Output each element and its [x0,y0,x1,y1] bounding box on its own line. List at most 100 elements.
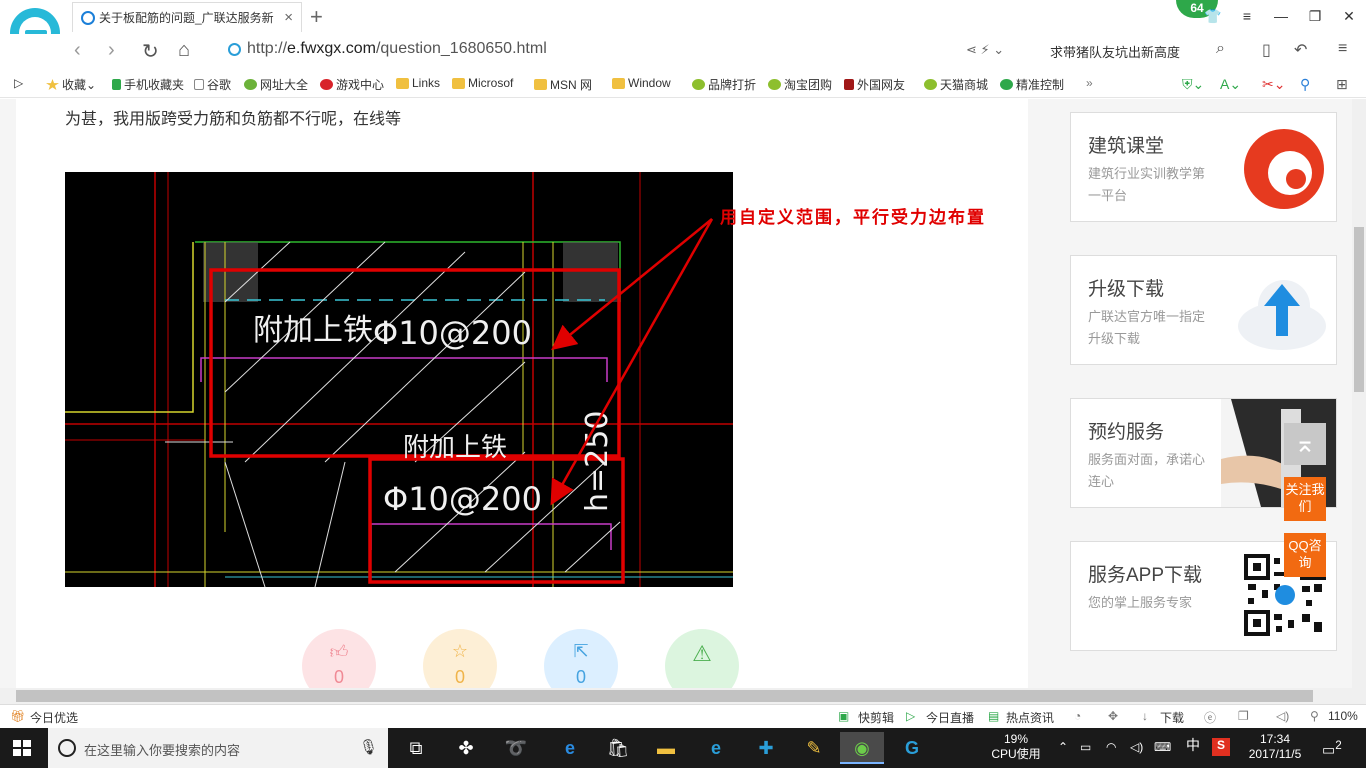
ie-icon[interactable]: e [694,732,738,764]
plus-app-icon[interactable]: ✚ [744,732,788,764]
url-prefix: http:// [247,40,288,57]
file-explorer-icon[interactable]: ▬ [644,732,688,764]
bookmark-item[interactable]: 网址大全 [244,76,308,93]
cpu-usage[interactable]: 19% CPU使用 [985,732,1047,762]
bookmark-item[interactable]: Window [612,76,671,90]
sidebar-card-download[interactable]: 升级下载 广联达官方唯一指定升级下载 [1070,255,1337,365]
thumbs-up-icon: 👍︎ [329,642,349,662]
tab-close-button[interactable]: × [284,9,293,26]
back-to-top-button[interactable]: ⌅ [1284,423,1326,465]
download-icon[interactable]: ↓ [1142,709,1148,723]
bookmark-item[interactable]: 精准控制 [1000,76,1064,93]
forward-icon[interactable]: › [108,39,115,62]
follow-us-button[interactable]: 关注我们 [1284,477,1326,521]
bookmark-item[interactable]: 天猫商城 [924,76,988,93]
statusbar-item[interactable]: 今日直播 [926,709,974,726]
more-menu-icon[interactable]: ≡ [1338,40,1347,58]
search-icon[interactable]: ⌕ [1216,40,1225,58]
qq-consult-button[interactable]: QQ咨询 [1284,533,1326,577]
live-icon: ▷ [906,709,916,723]
speaker-icon[interactable]: ◁) [1130,740,1143,755]
notes-app-icon[interactable]: ✎ [792,732,836,764]
apps-icon[interactable]: ⊞ [1336,76,1348,93]
more-bookmarks-icon[interactable]: » [1086,76,1093,90]
bookmark-item[interactable]: 游戏中心 [320,76,384,93]
mobile-icon[interactable]: ▯ [1262,40,1271,60]
gift-icon: 🎁︎ [10,709,26,723]
zoom-icon[interactable]: ⚲ [1310,709,1319,723]
pin-icon[interactable]: ✥ [1108,709,1118,723]
fan-app-icon[interactable]: ✤ [444,732,488,764]
restore-button[interactable]: ❐ [1298,0,1332,32]
horizontal-scrollbar[interactable] [0,688,1366,704]
bookmark-item[interactable]: 淘宝团购 [768,76,832,93]
refresh-icon[interactable]: ↻ [142,39,159,64]
wifi-icon[interactable]: ◠ [1106,740,1116,755]
sidebar-card-title: 预约服务 [1088,422,1165,443]
bookmark-bar: ▷ 收藏 ⌄ 手机收藏夹 谷歌 网址大全 游戏中心 Links Microsof … [0,70,1366,98]
360-browser-icon[interactable]: ◉ [840,732,884,764]
download-link[interactable]: 下载 [1160,709,1184,726]
address-bar[interactable]: http://e.fwxgx.com/question_1680650.html [228,40,547,58]
ie-mode-icon[interactable]: ⓔ [1204,709,1216,726]
cloud-upload-icon [1238,280,1326,350]
news-icon: ▤ [988,709,1000,723]
shield-ext-icon[interactable]: ⛨⌄ [1182,76,1204,93]
search-suggestion[interactable]: 求带猪队友坑出新高度 [1050,42,1180,61]
taskbar-search-box[interactable]: 在这里输入你要搜索的内容 🎙︎ [48,728,388,768]
folder-icon [534,79,547,90]
bookmark-item[interactable]: 手机收藏夹 [112,76,184,93]
today-picks-link[interactable]: 今日优选 [30,709,78,726]
clock[interactable]: 17:34 2017/11/5 [1240,732,1310,762]
keyboard-icon[interactable]: ⌨ [1154,740,1171,755]
translate-icon[interactable]: A⌄ [1220,76,1241,93]
ime-indicator[interactable]: 中 [1186,738,1200,753]
game-icon [320,79,333,90]
microphone-icon[interactable]: 🎙︎ [359,738,378,756]
magnifier-ext-icon[interactable]: ⚲ [1300,76,1310,93]
window-icon[interactable]: ❐ [1238,709,1249,723]
tab-active[interactable]: 关于板配筋的问题_广联达服务新 × [72,2,302,32]
menu-icon[interactable]: ≡ [1230,0,1264,32]
battery-icon[interactable]: ▭ [1080,740,1091,755]
security-shield-icon [228,42,241,56]
statusbar-item[interactable]: 热点资讯 [1006,709,1054,726]
minimize-button[interactable]: — [1264,0,1298,32]
bookmark-item[interactable]: 收藏 ⌄ [46,76,96,93]
edge-icon[interactable]: e [548,732,592,764]
share-icon: ⇱ [573,641,589,661]
scissors-icon[interactable]: ✂⌄ [1262,76,1285,93]
horizontal-scroll-thumb[interactable] [16,690,1313,702]
favorite-count: 0 [454,667,465,687]
vertical-scrollbar[interactable] [1352,99,1366,688]
sidebar-toggle-icon[interactable]: ▷ [14,76,23,90]
close-button[interactable]: ✕ [1332,0,1366,32]
glodon-app-icon[interactable]: G [890,732,934,764]
vertical-scroll-thumb[interactable] [1354,227,1364,392]
notification-center-icon[interactable]: ▭2 [1322,738,1342,758]
tray-chevron-icon[interactable]: ⌃ [1058,740,1068,755]
bookmark-item[interactable]: MSN 网 [534,76,592,93]
swirl-app-icon[interactable]: ➰ [494,732,538,764]
zoom-level[interactable]: 110% [1328,709,1358,723]
share-icon[interactable]: ⋖ ⚡ ⌄ [966,42,1004,58]
sidebar-card-classroom[interactable]: 建筑课堂 建筑行业实训教学第一平台 [1070,112,1337,222]
speed-icon[interactable]: ◔ [1074,709,1081,723]
undo-icon[interactable]: ↶ [1294,40,1307,60]
bookmark-item[interactable]: 品牌打折 [692,76,756,93]
skin-icon[interactable]: 👕 [1196,0,1230,32]
statusbar-item[interactable]: 快剪辑 [858,709,894,726]
clip-icon: ▣ [838,709,850,723]
bookmark-item[interactable]: Microsof [452,76,513,90]
bookmark-item[interactable]: Links [396,76,440,90]
new-tab-button[interactable]: + [310,4,323,30]
home-icon[interactable]: ⌂ [178,39,190,62]
bookmark-item[interactable]: 外国网友 [844,76,905,93]
bookmark-item[interactable]: 谷歌 [194,76,231,93]
back-icon[interactable]: ‹ [74,39,81,62]
task-view-icon[interactable]: ⧉ [394,732,438,764]
store-icon[interactable]: 🛍︎ [596,732,640,764]
volume-icon[interactable]: ◁) [1276,709,1289,723]
windows-start-icon[interactable] [13,740,31,756]
sogou-icon[interactable]: S [1212,738,1230,756]
